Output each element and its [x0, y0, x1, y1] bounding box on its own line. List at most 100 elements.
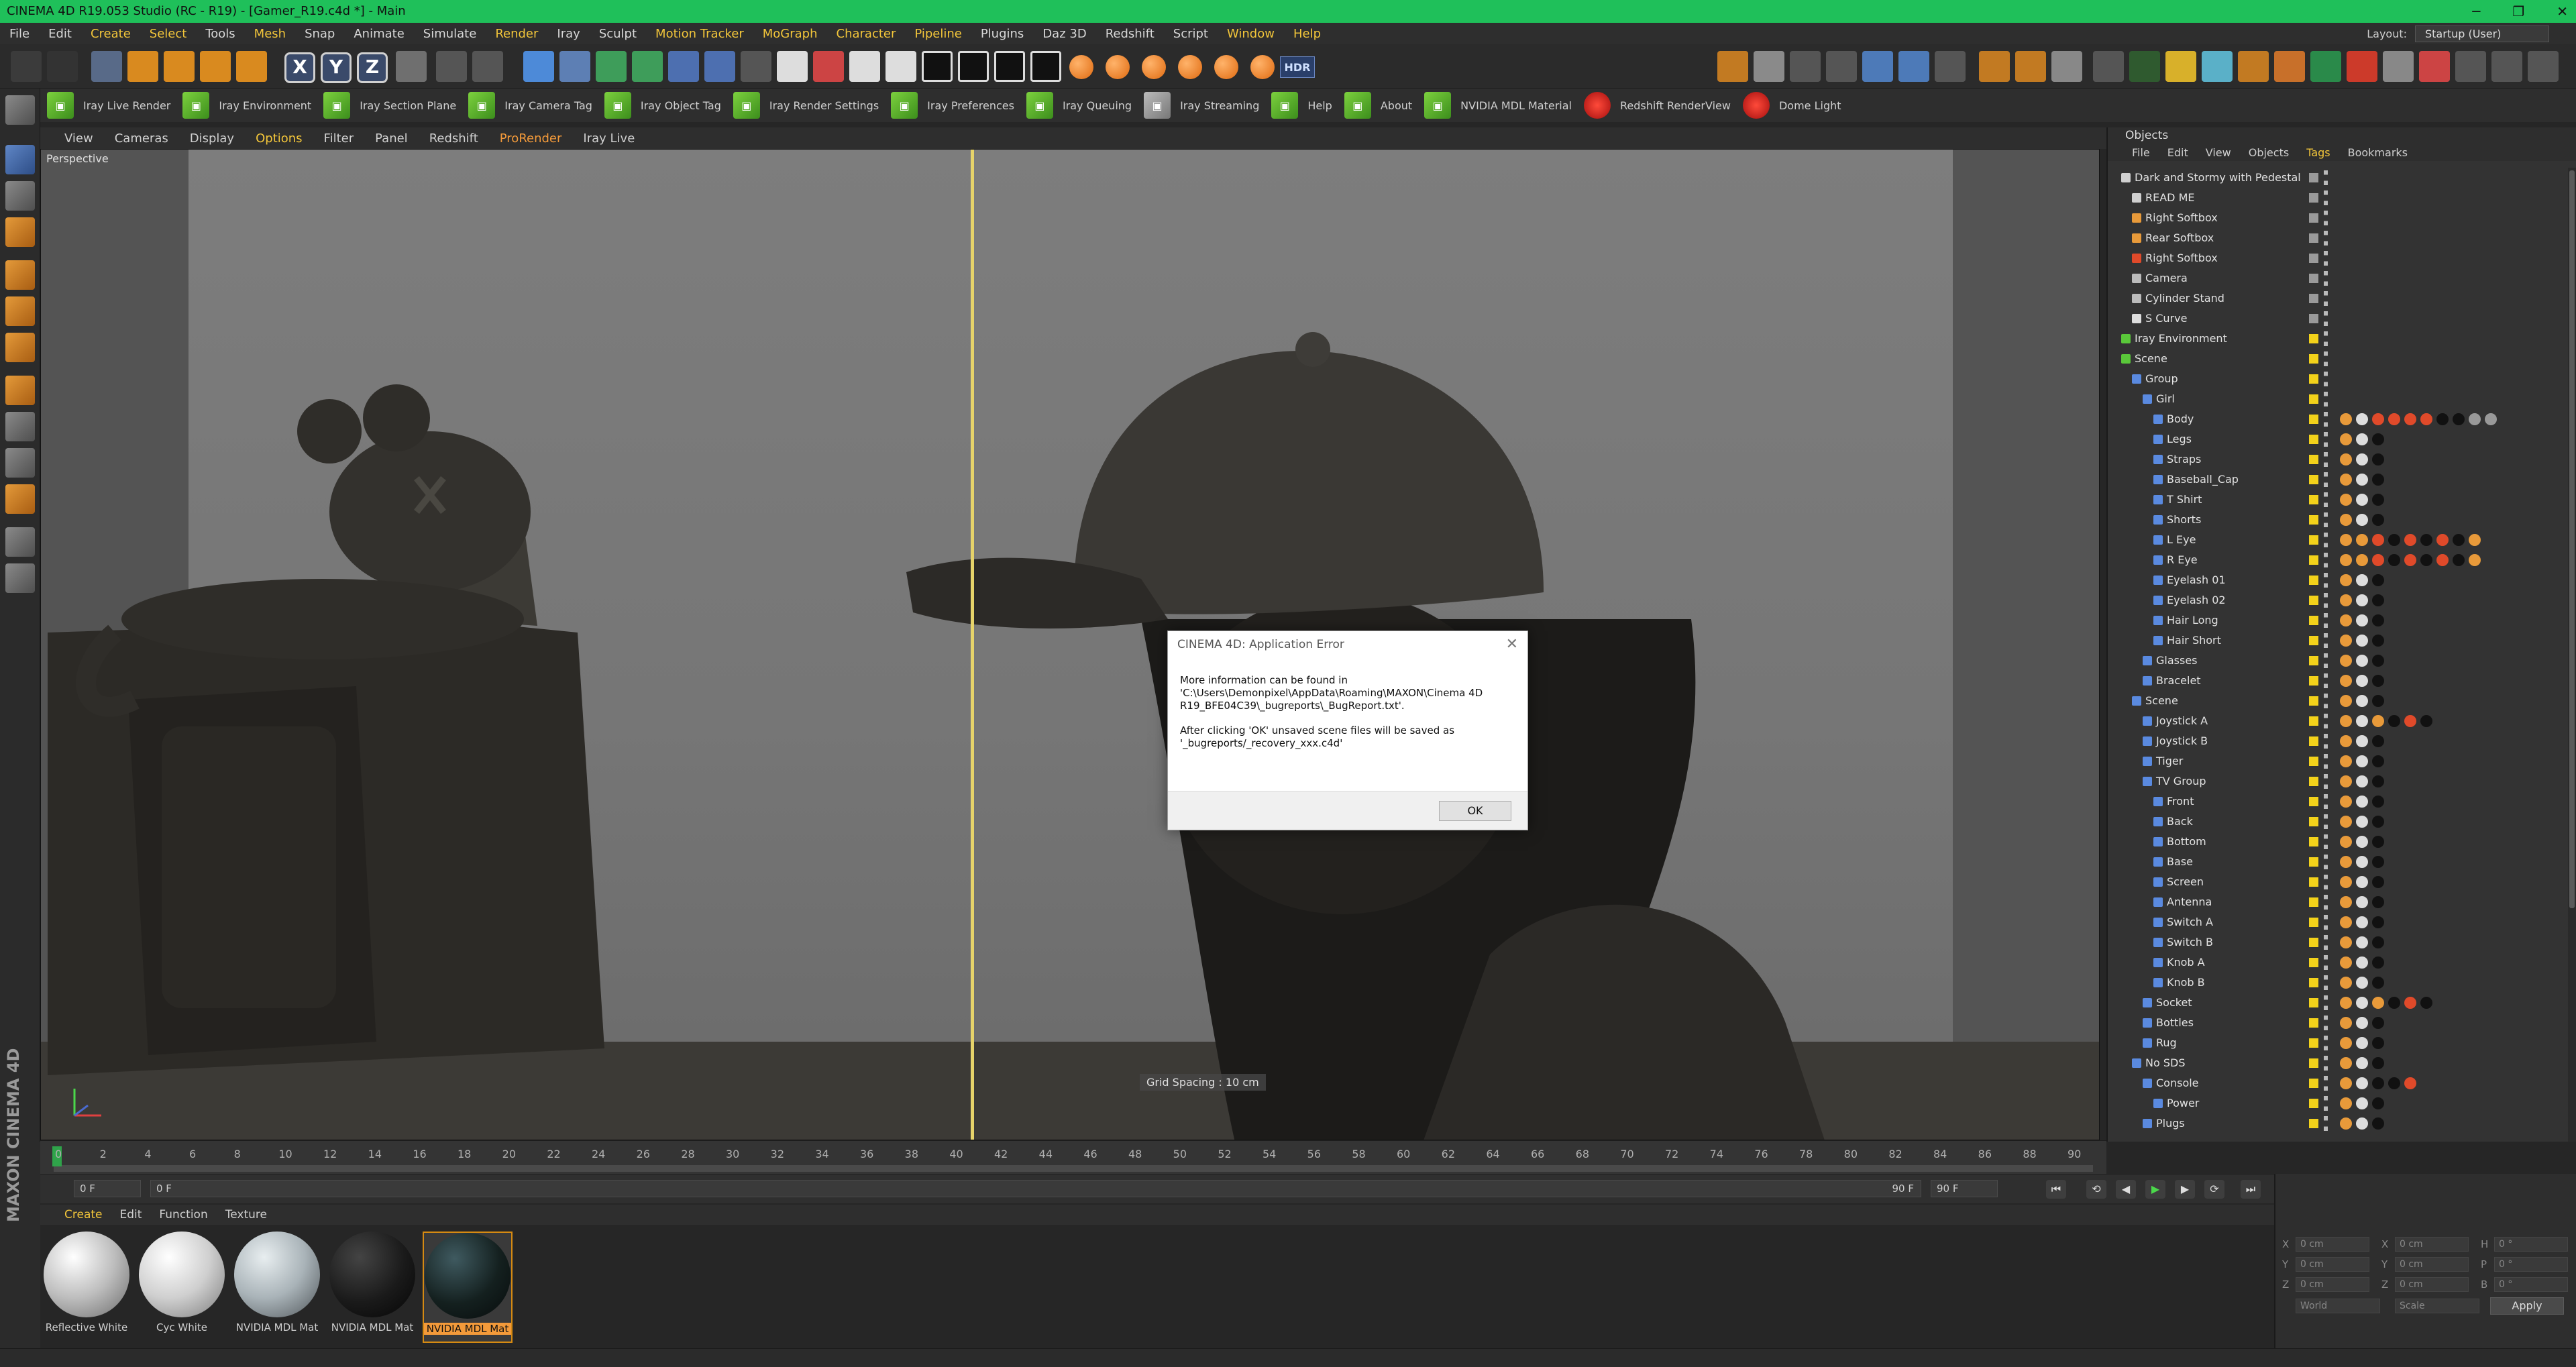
- object-row[interactable]: Eyelash 01: [2108, 570, 2576, 590]
- tag-icon[interactable]: [2420, 997, 2432, 1009]
- object-row[interactable]: Joystick A: [2108, 711, 2576, 731]
- layer-color-icon[interactable]: [2309, 938, 2318, 947]
- iray-icon-1[interactable]: [813, 51, 844, 82]
- layer-color-icon[interactable]: [2309, 334, 2318, 343]
- tag-icon[interactable]: [2453, 554, 2465, 566]
- material-menu-function[interactable]: Function: [159, 1208, 207, 1221]
- visibility-dots-icon[interactable]: [2324, 714, 2328, 728]
- tag-icon[interactable]: [2340, 655, 2352, 667]
- material-nvidia-mdl-3[interactable]: NVIDIA MDL Mat: [423, 1232, 513, 1343]
- x-axis-lock-icon[interactable]: X: [284, 52, 315, 83]
- z-axis-lock-icon[interactable]: Z: [357, 52, 388, 83]
- rotation-p-field[interactable]: 0 °: [2494, 1257, 2568, 1272]
- layer-color-icon[interactable]: [2309, 958, 2318, 967]
- tag-icon[interactable]: [2356, 836, 2368, 848]
- tag-icon[interactable]: [2340, 514, 2352, 526]
- close-icon[interactable]: ✕: [1506, 631, 1518, 658]
- tag-icon[interactable]: [2340, 977, 2352, 989]
- tag-icon[interactable]: [2356, 1037, 2368, 1049]
- object-row[interactable]: Rug: [2108, 1033, 2576, 1053]
- tag-icon[interactable]: [2356, 1077, 2368, 1089]
- dome-light-button[interactable]: Dome Light: [1742, 92, 1841, 119]
- tag-icon[interactable]: [2469, 413, 2481, 425]
- pen-icon[interactable]: [559, 51, 590, 82]
- visibility-dots-icon[interactable]: [2324, 834, 2328, 849]
- object-row[interactable]: Tiger: [2108, 751, 2576, 771]
- tag-icon[interactable]: [2372, 735, 2384, 747]
- tag-icon[interactable]: [2372, 856, 2384, 868]
- tag-icon[interactable]: [2340, 695, 2352, 707]
- visibility-dots-icon[interactable]: [2324, 251, 2328, 266]
- tag-icon[interactable]: [2453, 534, 2465, 546]
- visibility-dots-icon[interactable]: [2324, 995, 2328, 1010]
- iray-section-plane-button[interactable]: ▣ Iray Section Plane: [323, 92, 456, 119]
- object-row[interactable]: Dark and Stormy with Pedestal: [2108, 168, 2576, 188]
- menu-select[interactable]: Select: [150, 27, 187, 41]
- material-menu-create[interactable]: Create: [64, 1208, 103, 1221]
- tag-icon[interactable]: [2372, 413, 2384, 425]
- plugin-icon-4[interactable]: [2274, 51, 2305, 82]
- size-mode-dropdown[interactable]: Scale: [2395, 1299, 2479, 1313]
- sculpt-icon[interactable]: [5, 484, 35, 514]
- tag-icon[interactable]: [2420, 554, 2432, 566]
- menu-motion-tracker[interactable]: Motion Tracker: [655, 27, 744, 41]
- viewport-menu-panel[interactable]: Panel: [375, 131, 408, 146]
- deformer-icon[interactable]: [668, 51, 699, 82]
- layout-icon-1[interactable]: [1717, 51, 1748, 82]
- layer-color-icon[interactable]: [2309, 294, 2318, 303]
- material-menu-edit[interactable]: Edit: [120, 1208, 142, 1221]
- tag-icon[interactable]: [2356, 695, 2368, 707]
- apply-button[interactable]: Apply: [2490, 1297, 2564, 1315]
- menu-snap[interactable]: Snap: [305, 27, 335, 41]
- tag-icon[interactable]: [2340, 856, 2352, 868]
- layer-color-icon[interactable]: [2309, 918, 2318, 927]
- tag-icon[interactable]: [2469, 534, 2481, 546]
- close-icon[interactable]: ✕: [2557, 0, 2568, 23]
- position-y-field[interactable]: 0 cm: [2296, 1257, 2369, 1272]
- timeline[interactable]: 0 2 4 6 8 10 12 14 16 18 20 22 24 26 28 30 32 34 36 38 40 42 4…: [40, 1140, 2106, 1174]
- layer-color-icon[interactable]: [2309, 555, 2318, 565]
- tag-icon[interactable]: [2340, 413, 2352, 425]
- tag-icon[interactable]: [2356, 876, 2368, 888]
- tag-icon[interactable]: [2340, 896, 2352, 908]
- tag-icon[interactable]: [2372, 896, 2384, 908]
- iray-render-settings-button[interactable]: ▣ Iray Render Settings: [733, 92, 879, 119]
- coordinate-space-dropdown[interactable]: World: [2296, 1299, 2380, 1313]
- tag-icon[interactable]: [2340, 554, 2352, 566]
- layout-icon-5[interactable]: [1862, 51, 1893, 82]
- layer-color-icon[interactable]: [2309, 495, 2318, 504]
- object-tree-scrollbar[interactable]: [2568, 168, 2576, 1142]
- object-row[interactable]: Rear Softbox: [2108, 228, 2576, 248]
- tag-icon[interactable]: [2453, 413, 2465, 425]
- tag-icon[interactable]: [2372, 876, 2384, 888]
- object-row[interactable]: Knob A: [2108, 952, 2576, 973]
- iray-camera-tag-button[interactable]: ▣ Iray Camera Tag: [468, 92, 592, 119]
- viewport-menu-options[interactable]: Options: [256, 131, 302, 146]
- visibility-dots-icon[interactable]: [2324, 633, 2328, 648]
- object-row[interactable]: Switch B: [2108, 932, 2576, 952]
- layer-color-icon[interactable]: [2309, 797, 2318, 806]
- objects-menu-objects[interactable]: Objects: [2249, 146, 2289, 159]
- object-row[interactable]: Bottles: [2108, 1013, 2576, 1033]
- tag-icon[interactable]: [2372, 433, 2384, 445]
- tag-icon[interactable]: [2340, 1077, 2352, 1089]
- layer-color-icon[interactable]: [2309, 415, 2318, 424]
- layer-color-icon[interactable]: [2309, 1099, 2318, 1108]
- tag-icon[interactable]: [2340, 775, 2352, 787]
- viewport-menu-redshift[interactable]: Redshift: [429, 131, 478, 146]
- go-to-end-icon[interactable]: ⏭: [2241, 1180, 2261, 1199]
- layer-color-icon[interactable]: [2309, 354, 2318, 364]
- tag-icon[interactable]: [2356, 916, 2368, 928]
- scale-tool-icon[interactable]: [164, 51, 195, 82]
- layer-color-icon[interactable]: [2309, 998, 2318, 1007]
- menu-simulate[interactable]: Simulate: [423, 27, 477, 41]
- render-picture-viewer-icon[interactable]: [472, 51, 503, 82]
- visibility-dots-icon[interactable]: [2324, 855, 2328, 869]
- layer-color-icon[interactable]: [2309, 1018, 2318, 1028]
- layout-icon-2[interactable]: [1754, 51, 1784, 82]
- visibility-dots-icon[interactable]: [2324, 895, 2328, 910]
- tag-icon[interactable]: [2372, 453, 2384, 466]
- menu-iray[interactable]: Iray: [557, 27, 580, 41]
- plugin-icon-10[interactable]: [2491, 51, 2522, 82]
- subdivision-icon[interactable]: [596, 51, 627, 82]
